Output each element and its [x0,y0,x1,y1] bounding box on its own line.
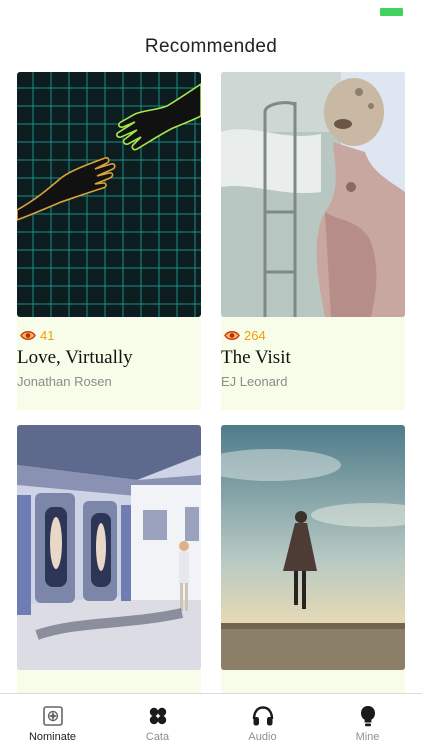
tab-nominate[interactable]: Nominate [0,694,105,750]
clover-icon [149,707,166,725]
profile-icon [360,706,375,727]
story-author: EJ Leonard [221,374,288,389]
views-count: 41 [40,328,55,343]
story-card-love-virtually[interactable]: 41 Love, Virtually Jonathan Rosen [17,72,201,410]
story-card-the-visit[interactable]: 264 The Visit EJ Leonard [221,72,405,410]
page-title: Recommended [144,36,278,57]
headphones-icon [252,706,273,726]
tab-cata[interactable]: Cata [105,694,210,750]
tab-bar: Nominate Cata Audio Mine [0,693,422,750]
story-title: Love, Virtually [17,347,133,368]
nominate-icon [42,706,63,726]
status-bar [0,0,422,22]
story-cover-image[interactable] [221,72,405,317]
tab-label: Mine [355,731,380,743]
battery-icon [380,8,403,16]
story-cover-image[interactable] [221,425,405,670]
eye-icon [224,331,240,340]
story-title: The Visit [221,347,291,368]
tab-audio[interactable]: Audio [210,694,315,750]
view-count: 264 [224,328,266,343]
tab-label: Audio [248,731,277,743]
story-card[interactable] [17,425,201,700]
eye-icon [20,331,36,340]
tab-label: Cata [145,731,170,743]
tab-mine[interactable]: Mine [315,694,420,750]
story-cover-image[interactable] [17,425,201,670]
tab-label: Nominate [28,731,77,743]
view-count: 41 [20,328,54,343]
story-author: Jonathan Rosen [17,374,112,389]
views-count: 264 [244,328,266,343]
story-card[interactable] [221,425,405,700]
story-cover-image[interactable] [17,72,201,317]
